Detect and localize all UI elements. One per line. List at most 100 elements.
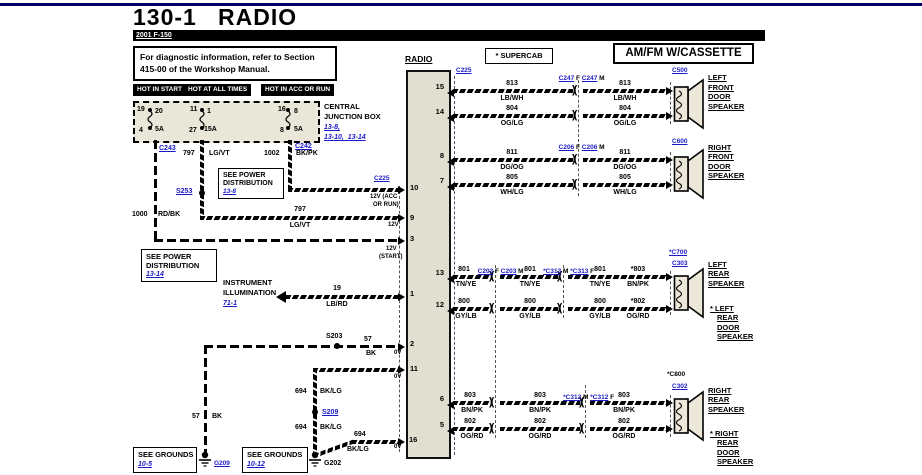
wire-800b-number: 800 <box>524 298 536 305</box>
speaker-rf-line2: FRONT <box>708 153 734 161</box>
wire-57-vertical <box>204 345 207 453</box>
cjb-fuse3-number: 8 <box>294 108 298 115</box>
speaker-rrd-line4: SPEAKER <box>717 458 753 466</box>
radio-block-label: RADIO <box>405 55 432 64</box>
wire-1000-horizontal <box>154 239 399 242</box>
speaker-icon-right-front <box>672 148 706 200</box>
wire-800c-number: 800 <box>594 298 606 305</box>
connector-c800-label: *C800 <box>667 372 685 379</box>
splice-s253-dot <box>199 190 205 196</box>
see-grounds-2-ref[interactable]: 10-12 <box>247 461 265 468</box>
wire-803r-color: BN/PK <box>627 281 649 288</box>
cjb-fuse1-pin-bottom: 4 <box>139 127 143 134</box>
inline-connector-c247-row14: )( <box>572 110 575 121</box>
wire-813b-number: 813 <box>619 80 631 87</box>
wire-805-seg2 <box>583 183 668 187</box>
connector-c600-link[interactable]: C600 <box>672 139 688 146</box>
speaker-rf-line1: RIGHT <box>708 144 731 152</box>
wire-813-seg2 <box>583 89 668 93</box>
connector-c206-label[interactable]: C206 F C206 M <box>551 138 604 158</box>
wire-802-seg1 <box>453 427 490 431</box>
splice-s253-link[interactable]: S253 <box>176 188 192 195</box>
note-line1: For diagnostic information, refer to Sec… <box>140 53 315 62</box>
splice-s203-label: S203 <box>326 333 342 340</box>
fuse-icon <box>145 108 155 130</box>
wire-694c-color: BK/LG <box>347 446 369 453</box>
illumination-ref[interactable]: 71-1 <box>223 300 237 307</box>
see-power-1-ref[interactable]: 13-8 <box>223 189 236 196</box>
connector-c225-left-link[interactable]: C225 <box>374 176 390 183</box>
wire-800a-color: GY/LB <box>455 313 476 320</box>
wire-801c-number: 801 <box>594 266 606 273</box>
page-code: 130-1 <box>133 6 197 29</box>
pin-14: 14 <box>432 108 444 116</box>
wire-694a-number: 694 <box>295 388 307 395</box>
wire-57b-number: 57 <box>192 413 200 420</box>
wire-804b-color: OG/LG <box>614 120 637 127</box>
wire-811-seg1 <box>453 158 573 162</box>
see-grounds-box-1: SEE GROUNDS 10-5 <box>133 447 197 473</box>
connector-c247-label[interactable]: C247 F C247 M <box>551 69 604 89</box>
wire-802a-color: OG/RD <box>461 433 484 440</box>
wire-800-seg2 <box>500 307 558 311</box>
system-tag: AM/FM W/CASSETTE <box>613 43 754 64</box>
pin-8: 8 <box>432 152 444 160</box>
pin-7: 7 <box>432 177 444 185</box>
speaker-lf-line4: SPEAKER <box>708 103 744 111</box>
speaker-lrd-line4: SPEAKER <box>717 333 753 341</box>
volt-12v-pin9: 12V <box>388 222 399 228</box>
pin-10: 10 <box>410 184 418 192</box>
pin11-arrow <box>398 366 405 374</box>
pin1-arrow <box>398 293 405 301</box>
wire-57-color: BK <box>366 350 376 357</box>
cjb-name-line1: CENTRAL <box>324 103 360 111</box>
cjb-page-ref-1[interactable]: 13-8, <box>324 124 340 131</box>
wire-1002-number: 1002 <box>264 150 280 157</box>
cjb-fuse1-number: 20 <box>155 108 163 115</box>
diagnostic-note-box: For diagnostic information, refer to Sec… <box>133 46 337 81</box>
wire-805-seg1 <box>453 183 573 187</box>
cjb-page-ref-2[interactable]: 13-10, 13-14 <box>324 134 366 141</box>
wire-811a-number: 811 <box>506 149 517 156</box>
wire-803c-color: BN/PK <box>613 407 635 414</box>
wire-801b-color: TN/YE <box>520 281 541 288</box>
connector-c500-link[interactable]: C500 <box>672 68 688 75</box>
connector-c313-label[interactable]: *C313 M *C313 F <box>536 262 594 282</box>
connector-c700-link[interactable]: *C700 <box>669 250 687 257</box>
wire-811-seg2 <box>583 158 668 162</box>
radio-connector-face-right <box>454 76 455 455</box>
connector-c243-link[interactable]: C243 <box>159 145 176 152</box>
cjb-fuse1-pin-top: 19 <box>137 106 145 113</box>
volt-12v-pin3: 12V <box>386 246 397 252</box>
pin-13: 13 <box>432 269 444 277</box>
connector-c225-top-link[interactable]: C225 <box>456 68 472 75</box>
ground-g209-link[interactable]: G209 <box>214 461 230 468</box>
fuse-icon <box>197 108 207 130</box>
see-power-2-line2: DISTRIBUTION <box>146 262 199 270</box>
speaker-rr-line3: SPEAKER <box>708 406 744 414</box>
see-power-2-ref[interactable]: 13-14 <box>146 271 164 278</box>
wire-797-horizontal <box>200 216 400 220</box>
wire-797b-number: 797 <box>294 206 306 213</box>
wire-813b-color: LB/WH <box>614 95 637 102</box>
connector-c312-label[interactable]: *C312 M *C312 F <box>556 388 614 408</box>
wire-803r-number: *803 <box>631 266 645 273</box>
see-grounds-2-label: SEE GROUNDS <box>247 451 302 459</box>
wire-800-seg1 <box>453 307 490 311</box>
supercab-tag: * SUPERCAB <box>485 48 553 64</box>
speaker-rrd-line2: REAR <box>717 439 738 447</box>
connector-c203-label[interactable]: C203 F C203 M <box>470 262 523 282</box>
speaker-icon-left-rear <box>672 267 706 319</box>
wire-804b-number: 804 <box>619 105 631 112</box>
see-grounds-1-ref[interactable]: 10-5 <box>138 461 152 468</box>
splice-s209-link[interactable]: S209 <box>322 409 338 416</box>
connector-c242-link[interactable]: C242 <box>295 143 312 150</box>
wire-800b-color: GY/LB <box>519 313 540 320</box>
pin-6: 6 <box>432 395 444 403</box>
volt-acc-line2: OR RUN) <box>373 202 399 208</box>
wire-57b-color: BK <box>212 413 222 420</box>
wire-801a-number: 801 <box>458 266 470 273</box>
speaker-lrd-line1: * LEFT <box>710 305 734 313</box>
speaker-lf-line3: DOOR <box>708 93 731 101</box>
cjb-fuse1-amp: 5A <box>155 126 164 133</box>
